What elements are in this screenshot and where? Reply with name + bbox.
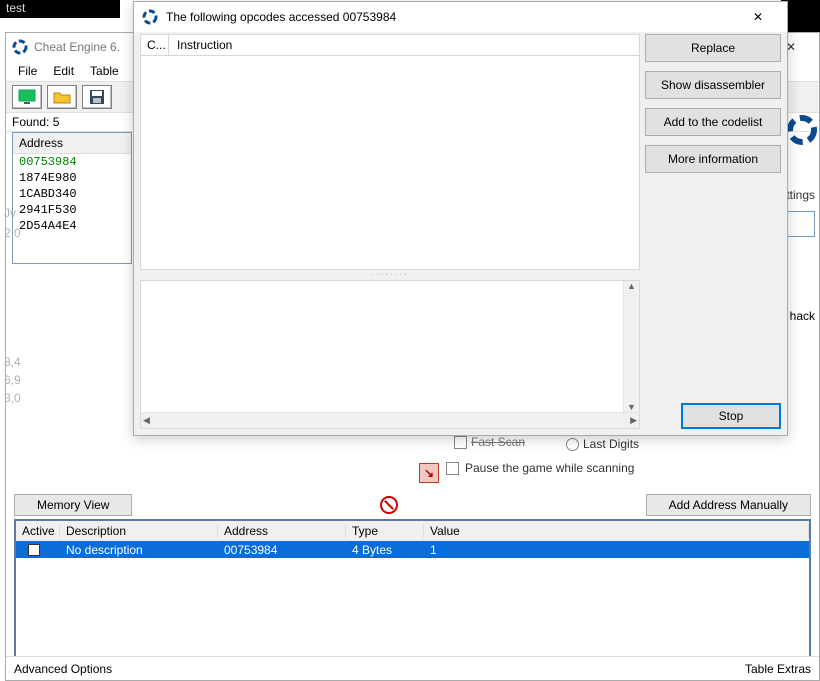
add-address-manually-button[interactable]: Add Address Manually [646, 494, 811, 516]
left-markers: Jv 2,0 [4, 203, 21, 243]
advanced-options-button[interactable]: Advanced Options [14, 662, 112, 676]
dialog-titlebar[interactable]: The following opcodes accessed 00753984 … [134, 2, 787, 32]
last-digits-label: Last Digits [583, 437, 639, 451]
more-information-button[interactable]: More information [645, 145, 781, 173]
col-address[interactable]: Address [218, 524, 346, 538]
menu-file[interactable]: File [10, 64, 45, 78]
show-disassembler-button[interactable]: Show disassembler [645, 71, 781, 99]
record-row[interactable]: No description 00753984 4 Bytes 1 [16, 541, 809, 558]
ce-logo-icon [142, 9, 158, 25]
taskbar-tab-label: test [6, 1, 25, 15]
dialog-button-column: Replace Show disassembler Add to the cod… [645, 34, 781, 173]
marker: 2,0 [4, 223, 21, 243]
records-table[interactable]: Active Description Address Type Value No… [14, 519, 811, 664]
replace-button[interactable]: Replace [645, 34, 781, 62]
mid-actions-row: Memory View Add Address Manually [14, 493, 811, 517]
address-item[interactable]: 1874E980 [13, 170, 131, 186]
record-description[interactable]: No description [60, 543, 218, 557]
dialog-close-button[interactable]: ✕ [737, 5, 779, 29]
records-header[interactable]: Active Description Address Type Value [16, 521, 809, 541]
record-address[interactable]: 00753984 [218, 543, 346, 557]
no-entry-icon[interactable] [380, 496, 398, 514]
select-process-button[interactable] [12, 85, 42, 109]
address-item[interactable]: 2941F530 [13, 202, 131, 218]
marker: 6,9 [4, 371, 21, 389]
save-button[interactable] [82, 85, 112, 109]
col-type[interactable]: Type [346, 524, 424, 538]
folder-open-icon [53, 89, 71, 105]
ce-logo-icon [12, 39, 28, 55]
fast-scan-label: Fast Scan [471, 435, 525, 449]
menu-table[interactable]: Table [82, 64, 127, 78]
dialog-title: The following opcodes accessed 00753984 [166, 10, 396, 24]
horizontal-scrollbar[interactable] [141, 412, 639, 428]
open-button[interactable] [47, 85, 77, 109]
record-active-checkbox[interactable] [28, 544, 40, 556]
pause-scan-checkbox[interactable] [446, 462, 459, 475]
address-item[interactable]: 2D54A4E4 [13, 218, 131, 234]
col-active[interactable]: Active [16, 524, 60, 538]
copy-to-addresslist-arrow-icon[interactable]: ↘ [419, 463, 439, 483]
address-column-header[interactable]: Address [13, 133, 131, 154]
record-value[interactable]: 1 [424, 543, 809, 557]
instruction-list-header[interactable]: C... Instruction [140, 34, 640, 56]
monitor-icon [18, 89, 36, 105]
vertical-scrollbar[interactable] [623, 281, 639, 412]
splitter-handle[interactable]: ········ [140, 272, 640, 278]
address-list-pane[interactable]: Address 00753984 1874E980 1CABD340 2941F… [12, 132, 132, 264]
detail-pane[interactable] [140, 280, 640, 429]
menu-edit[interactable]: Edit [45, 64, 82, 78]
speedhack-label-fragment: hack [790, 309, 815, 323]
marker: Jv [4, 203, 21, 223]
last-digits-radio[interactable] [566, 438, 579, 451]
pause-scan-label: Pause the game while scanning [465, 461, 634, 475]
address-item[interactable]: 1CABD340 [13, 186, 131, 202]
opcodes-accessed-dialog: The following opcodes accessed 00753984 … [133, 1, 788, 436]
main-title: Cheat Engine 6. [34, 40, 120, 54]
fast-scan-checkbox[interactable] [454, 436, 467, 449]
column-instruction[interactable]: Instruction [169, 35, 639, 55]
marker: 8,4 [4, 353, 21, 371]
statusbar: Advanced Options Table Extras [6, 656, 819, 680]
add-to-codelist-button[interactable]: Add to the codelist [645, 108, 781, 136]
settings-logo-icon[interactable] [785, 113, 819, 147]
stop-button[interactable]: Stop [681, 403, 781, 429]
col-description[interactable]: Description [60, 524, 218, 538]
column-count[interactable]: C... [141, 35, 169, 55]
table-extras-button[interactable]: Table Extras [745, 662, 811, 676]
marker: 3,0 [4, 389, 21, 407]
col-value[interactable]: Value [424, 524, 809, 538]
address-item[interactable]: 00753984 [13, 154, 131, 170]
save-icon [89, 89, 105, 105]
taskbar-tab: test [0, 0, 120, 18]
address-list[interactable]: 00753984 1874E980 1CABD340 2941F530 2D54… [13, 154, 131, 234]
instruction-list[interactable] [140, 56, 640, 270]
scan-options-row: Fast Scan Last Digits Pause the game whi… [446, 435, 807, 495]
memory-view-button[interactable]: Memory View [14, 494, 132, 516]
left-markers-2: 8,4 6,9 3,0 [4, 353, 21, 407]
record-type[interactable]: 4 Bytes [346, 543, 424, 557]
